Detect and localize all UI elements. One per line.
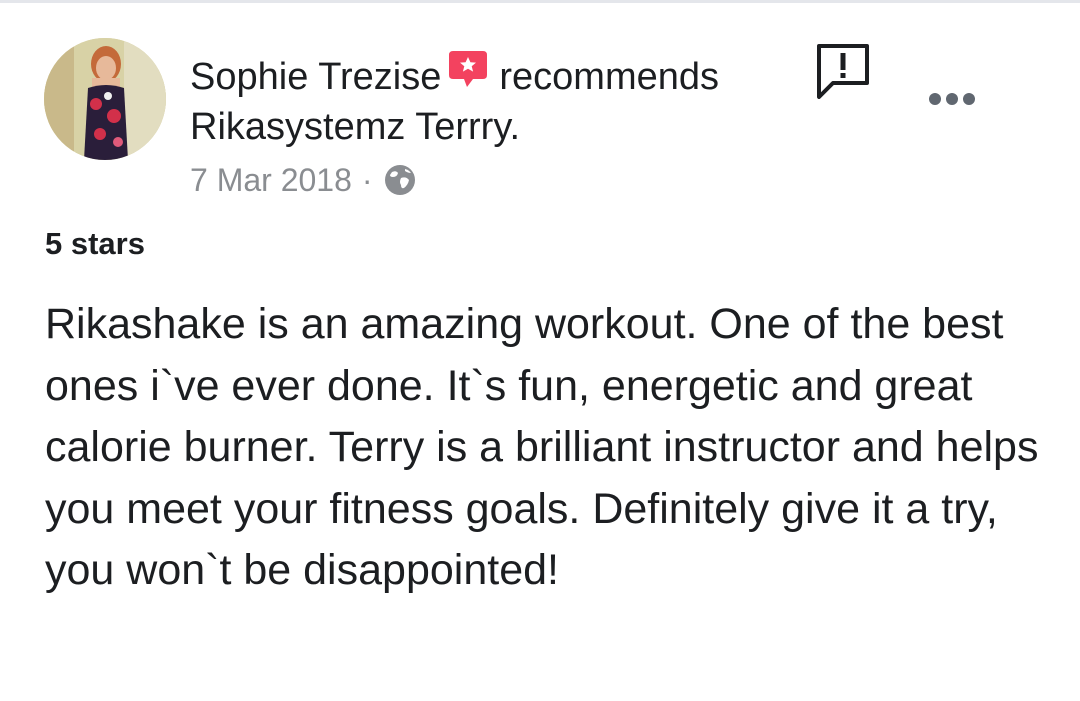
meta-separator: · (361, 162, 373, 198)
avatar[interactable] (44, 38, 166, 160)
recommend-badge-icon (447, 49, 489, 91)
star-rating-label: 5 stars (45, 226, 145, 261)
globe-icon (383, 163, 417, 197)
recommendation-post: Sophie Trezise recommends Rikasystemz Ter… (0, 0, 1080, 701)
page-name-link[interactable]: Rikasystemz Terrry. (190, 106, 520, 148)
avatar-photo (44, 38, 166, 160)
post-header-line-1: Sophie Trezise recommends (190, 49, 719, 100)
review-text: Rikashake is an amazing workout. One of … (45, 300, 1039, 595)
post-meta: 7 Mar 2018 · (190, 158, 417, 202)
timestamp[interactable]: 7 Mar 2018 (190, 162, 352, 198)
author-name[interactable]: Sophie Trezise (190, 56, 441, 98)
more-options-icon[interactable] (925, 87, 985, 111)
recommends-text: recommends (499, 56, 720, 98)
post-header-line-2: Rikasystemz Terrry. (190, 104, 520, 150)
report-speech-bubble-icon[interactable] (815, 43, 871, 99)
